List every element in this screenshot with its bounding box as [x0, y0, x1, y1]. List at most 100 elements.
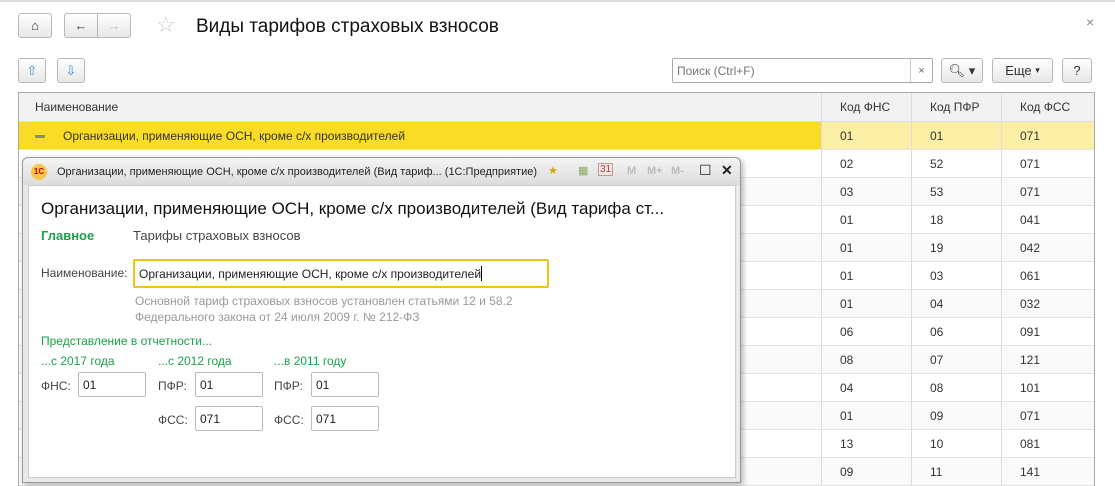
cell-fns: 08 — [821, 346, 911, 373]
arrow-down-icon: ⇩ — [65, 62, 77, 78]
cell-pfr: 53 — [911, 178, 1001, 205]
cell-fss: 141 — [1001, 458, 1094, 485]
tab-main[interactable]: Главное — [41, 228, 94, 243]
cell-fns: 01 — [821, 234, 911, 261]
back-button[interactable]: ← — [64, 13, 98, 38]
table-header: Наименование Код ФНС Код ПФР Код ФСС — [19, 93, 1094, 122]
cell-fss: 071 — [1001, 150, 1094, 177]
cell-fns: 01 — [821, 122, 911, 149]
cell-fss: 101 — [1001, 374, 1094, 401]
clear-search-icon[interactable]: × — [910, 59, 932, 82]
cell-pfr: 01 — [911, 122, 1001, 149]
col-fss-header[interactable]: Код ФСС — [1001, 93, 1094, 121]
name-input[interactable]: Организации, применяющие ОСН, кроме с/х … — [133, 259, 549, 288]
col-name-header[interactable]: Наименование — [19, 100, 821, 114]
calculator-icon[interactable]: ▦ — [578, 164, 588, 177]
cell-pfr: 18 — [911, 206, 1001, 233]
text-cursor — [481, 266, 483, 281]
fns-2017-input[interactable]: 01 — [78, 372, 146, 397]
name-label: Наименование: — [41, 266, 128, 280]
cell-fns: 06 — [821, 318, 911, 345]
cell-fns: 09 — [821, 458, 911, 485]
tariff-form-window: 1С Организации, применяющие ОСН, кроме с… — [22, 157, 741, 483]
cell-fss: 091 — [1001, 318, 1094, 345]
group-2012-title: ...с 2012 года — [158, 354, 232, 368]
more-label: Еще — [1005, 63, 1032, 78]
page-title: Виды тарифов страховых взносов — [196, 16, 499, 37]
table-row[interactable]: ▬ Организации, применяющие ОСН, кроме с/х… — [19, 122, 1094, 150]
fns-2017-label: ФНС: — [41, 379, 71, 393]
cell-pfr: 06 — [911, 318, 1001, 345]
col-pfr-header[interactable]: Код ПФР — [911, 93, 1001, 121]
pfr-2012-label: ПФР: — [158, 379, 187, 393]
arrow-up-icon: ⇧ — [26, 62, 38, 78]
cell-fss: 071 — [1001, 402, 1094, 429]
memory-button[interactable]: M — [627, 165, 636, 177]
modal-titlebar[interactable]: 1С Организации, применяющие ОСН, кроме с… — [23, 158, 740, 185]
close-icon[interactable]: × — [1086, 14, 1094, 30]
fss-2012-label: ФСС: — [158, 413, 188, 427]
cell-pfr: 09 — [911, 402, 1001, 429]
close-icon[interactable]: ✕ — [721, 162, 733, 179]
cell-fns: 01 — [821, 262, 911, 289]
more-button[interactable]: Еще ▾ — [992, 58, 1053, 83]
help-button[interactable]: ? — [1062, 58, 1092, 83]
modal-window-title: Организации, применяющие ОСН, кроме с/х … — [57, 165, 538, 178]
forward-button[interactable]: → — [97, 13, 131, 38]
favorite-icon[interactable]: ★ — [548, 164, 558, 177]
cell-fns: 03 — [821, 178, 911, 205]
home-button[interactable]: ⌂ — [18, 13, 52, 38]
cell-name: ▬ Организации, применяющие ОСН, кроме с/х… — [19, 122, 821, 149]
fss-2011-label: ФСС: — [274, 413, 304, 427]
tab-tariffs[interactable]: Тарифы страховых взносов — [133, 228, 301, 243]
reporting-label: Представление в отчетности... — [41, 334, 212, 348]
move-down-button[interactable]: ⇩ — [57, 58, 85, 83]
cell-fss: 081 — [1001, 430, 1094, 457]
move-up-button[interactable]: ⇧ — [18, 58, 46, 83]
tariff-note: Основной тариф страховых взносов установ… — [135, 294, 513, 324]
search-field[interactable]: × — [672, 58, 933, 83]
cell-fss: 061 — [1001, 262, 1094, 289]
cell-fss: 032 — [1001, 290, 1094, 317]
calendar-icon[interactable]: 31 — [598, 163, 614, 176]
arrow-left-icon: ← — [74, 18, 88, 33]
cell-pfr: 10 — [911, 430, 1001, 457]
cell-pfr: 07 — [911, 346, 1001, 373]
fss-2011-input[interactable]: 071 — [311, 406, 379, 431]
chevron-down-icon: ▾ — [1035, 65, 1040, 75]
1c-logo-icon: 1С — [31, 163, 47, 180]
magnifier-icon: 🔍︎ ▾ — [948, 62, 976, 78]
group-2011-title: ...в 2011 году — [274, 354, 347, 368]
top-border — [0, 0, 1115, 2]
cell-fns: 01 — [821, 206, 911, 233]
cell-fns: 04 — [821, 374, 911, 401]
cell-fns: 01 — [821, 402, 911, 429]
name-value: Организации, применяющие ОСН, кроме с/х … — [139, 266, 482, 281]
form-heading: Организации, применяющие ОСН, кроме с/х … — [41, 199, 665, 218]
cell-fns: 01 — [821, 290, 911, 317]
memory-minus-button[interactable]: M- — [671, 165, 684, 177]
pfr-2011-input[interactable]: 01 — [311, 372, 379, 397]
arrow-right-icon: → — [107, 18, 121, 33]
maximize-icon[interactable]: ☐ — [699, 162, 712, 179]
cell-fss: 042 — [1001, 234, 1094, 261]
cell-pfr: 03 — [911, 262, 1001, 289]
modal-body: Организации, применяющие ОСН, кроме с/х … — [28, 185, 736, 478]
favorite-star-icon[interactable]: ☆ — [156, 12, 176, 38]
cell-fns: 02 — [821, 150, 911, 177]
cell-pfr: 52 — [911, 150, 1001, 177]
name-text: Организации, применяющие ОСН, кроме с/х … — [63, 128, 406, 143]
pfr-2011-label: ПФР: — [274, 379, 303, 393]
cell-pfr: 04 — [911, 290, 1001, 317]
search-options-button[interactable]: 🔍︎ ▾ — [941, 58, 983, 83]
col-fns-header[interactable]: Код ФНС — [821, 93, 911, 121]
cell-fns: 13 — [821, 430, 911, 457]
cell-pfr: 11 — [911, 458, 1001, 485]
pfr-2012-input[interactable]: 01 — [195, 372, 263, 397]
cell-fss: 071 — [1001, 178, 1094, 205]
search-input[interactable] — [673, 59, 910, 82]
memory-plus-button[interactable]: M+ — [647, 165, 663, 177]
group-2017-title: ...с 2017 года — [41, 354, 115, 368]
cell-pfr: 19 — [911, 234, 1001, 261]
fss-2012-input[interactable]: 071 — [195, 406, 263, 431]
